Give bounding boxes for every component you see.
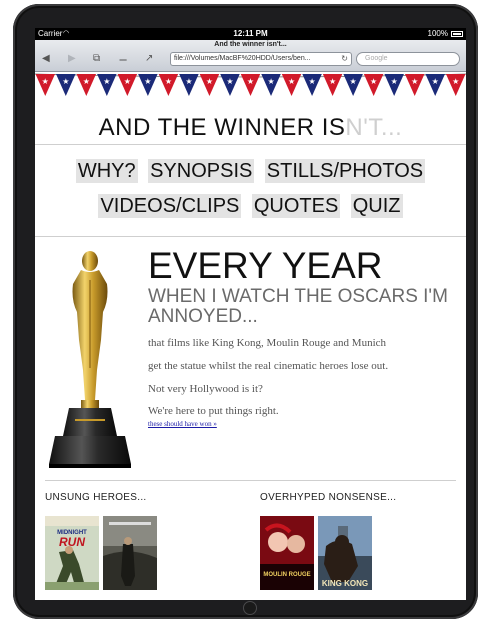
nav-synopsis[interactable]: SYNOPSIS bbox=[148, 159, 255, 183]
star-icon: ★ bbox=[247, 77, 254, 86]
status-bar: Carrier ◠ 12:11 PM 100% bbox=[35, 28, 466, 40]
poster-king-kong[interactable]: KING KONG bbox=[318, 516, 372, 590]
star-icon: ★ bbox=[103, 77, 110, 86]
nav-row-2: VIDEOS/CLIPS QUOTES QUIZ bbox=[35, 194, 466, 218]
star-icon: ★ bbox=[206, 77, 213, 86]
star-icon: ★ bbox=[308, 77, 315, 86]
url-field[interactable]: file:///Volumes/MacBF%20HDD/Users/ben...… bbox=[170, 52, 352, 66]
star-icon: ★ bbox=[391, 77, 398, 86]
star-icon: ★ bbox=[288, 77, 295, 86]
site-title-main: AND THE WINNER IS bbox=[98, 114, 346, 141]
site-title-faded: N'T... bbox=[345, 114, 403, 141]
forward-icon[interactable]: ▶ bbox=[68, 53, 76, 65]
browser-toolbar: And the winner isn't... ◀ ▶ ⧉ 𝍡 ↗ file:/… bbox=[35, 40, 466, 72]
unsung-heroes-heading: UNSUNG HEROES... bbox=[45, 492, 147, 503]
battery-percent: 100% bbox=[427, 29, 448, 38]
should-have-won-link[interactable]: these should have won » bbox=[148, 420, 217, 428]
star-icon: ★ bbox=[329, 77, 336, 86]
hero-heading: EVERY YEAR bbox=[148, 245, 383, 286]
share-icon[interactable]: ↗ bbox=[145, 53, 153, 65]
moulin-rouge-poster-title: MOULIN ROUGE bbox=[263, 572, 310, 578]
clock: 12:11 PM bbox=[233, 29, 268, 38]
hero-line: that films like King Kong, Moulin Rouge … bbox=[148, 337, 387, 349]
browser-page-title: And the winner isn't... bbox=[214, 41, 287, 48]
tabs-icon[interactable]: ⧉ bbox=[93, 53, 100, 65]
divider bbox=[45, 480, 456, 481]
battery-icon bbox=[451, 31, 463, 37]
screen: Carrier ◠ 12:11 PM 100% And the winner i… bbox=[35, 28, 466, 600]
home-button[interactable] bbox=[243, 601, 257, 615]
king-kong-poster-title: KING KONG bbox=[322, 579, 368, 588]
hero-line: Not very Hollywood is it? bbox=[148, 383, 263, 395]
divider bbox=[35, 236, 466, 237]
star-icon: ★ bbox=[62, 77, 69, 86]
star-icon: ★ bbox=[165, 77, 172, 86]
star-icon: ★ bbox=[124, 77, 131, 86]
star-icon: ★ bbox=[370, 77, 377, 86]
divider bbox=[35, 144, 466, 145]
bookmarks-icon[interactable]: 𝍡 bbox=[119, 53, 127, 65]
url-text: file:///Volumes/MacBF%20HDD/Users/ben... bbox=[174, 55, 311, 62]
star-icon: ★ bbox=[452, 77, 459, 86]
reload-icon[interactable]: ↻ bbox=[341, 53, 348, 65]
search-input[interactable]: Google bbox=[356, 52, 460, 66]
nav-quotes[interactable]: QUOTES bbox=[251, 194, 341, 218]
site-title[interactable]: AND THE WINNER ISN'T... bbox=[35, 114, 466, 142]
star-icon: ★ bbox=[144, 77, 151, 86]
back-icon[interactable]: ◀ bbox=[42, 53, 50, 65]
nav-videos-clips[interactable]: VIDEOS/CLIPS bbox=[98, 194, 242, 218]
nav-row-1: WHY? SYNOPSIS STILLS/PHOTOS bbox=[35, 159, 466, 183]
nav-stills-photos[interactable]: STILLS/PHOTOS bbox=[264, 159, 426, 183]
nav-quiz[interactable]: QUIZ bbox=[350, 194, 403, 218]
star-icon: ★ bbox=[83, 77, 90, 86]
hero-line: get the statue whilst the real cinematic… bbox=[148, 360, 389, 372]
star-icon: ★ bbox=[432, 77, 439, 86]
nav-why[interactable]: WHY? bbox=[75, 159, 138, 183]
poster-midnight-run[interactable]: MIDNIGHT RUN bbox=[45, 516, 99, 590]
star-icon: ★ bbox=[350, 77, 357, 86]
hero-line: We're here to put things right. bbox=[148, 405, 279, 417]
star-icon: ★ bbox=[267, 77, 274, 86]
oscar-statue-image bbox=[49, 251, 131, 468]
overhyped-heading: OVERHYPED NONSENSE... bbox=[260, 492, 397, 503]
bunting-banner: ★ ★ ★ ★ ★ ★ ★ ★ ★ ★ ★ ★ ★ ★ ★ ★ ★ ★ ★ ★ ★ bbox=[35, 73, 466, 96]
svg-text:RUN: RUN bbox=[59, 535, 85, 549]
hero-subheading: WHEN I WATCH THE OSCARS I'M ANNOYED... bbox=[148, 286, 448, 327]
star-icon: ★ bbox=[42, 77, 49, 86]
poster-moulin-rouge[interactable]: MOULIN ROUGE bbox=[260, 516, 314, 590]
star-icon: ★ bbox=[185, 77, 192, 86]
star-icon: ★ bbox=[411, 77, 418, 86]
poster-unsung-film[interactable] bbox=[103, 516, 157, 590]
star-icon: ★ bbox=[226, 77, 233, 86]
